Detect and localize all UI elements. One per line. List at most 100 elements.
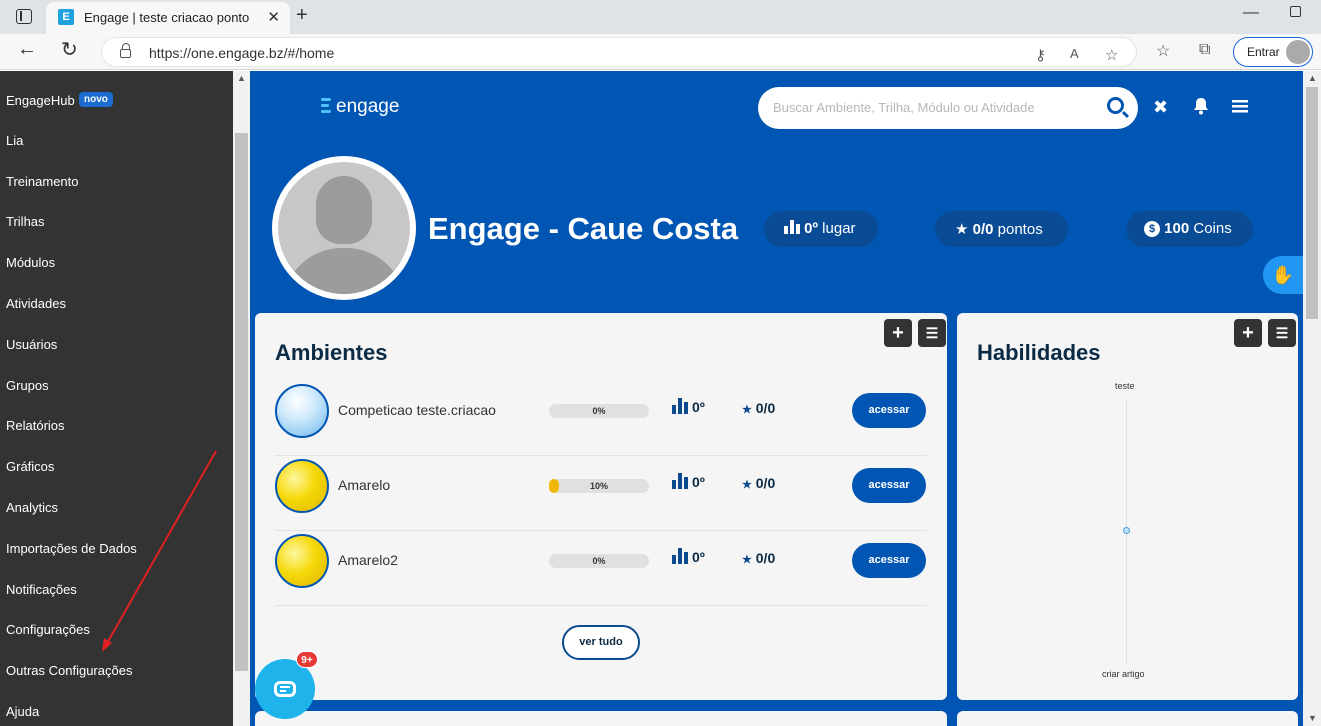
acessar-button[interactable]: acessar — [852, 543, 926, 578]
sidebar-scrollbar[interactable]: ▲ — [233, 71, 250, 726]
rank-value: 0º — [692, 474, 705, 490]
sidebar-item-graficos[interactable]: Gráficos — [6, 459, 54, 474]
address-bar[interactable]: https://one.engage.bz/#/home ⚷ A ☆ — [101, 37, 1137, 67]
sidebar-item-ajuda[interactable]: Ajuda — [6, 704, 39, 719]
sidebar-item-importacoes[interactable]: Importações de Dados — [6, 541, 137, 556]
add-favorite-icon[interactable]: ☆ — [1105, 46, 1118, 64]
search-input[interactable]: Buscar Ambiente, Trilha, Módulo ou Ativi… — [758, 87, 1138, 129]
ranking-badge[interactable]: 0º lugar — [764, 211, 878, 247]
favorites-icon[interactable]: ☆ — [1156, 41, 1170, 61]
sidebar-item-analytics[interactable]: Analytics — [6, 500, 58, 515]
reload-icon[interactable]: ↻ — [61, 37, 78, 62]
habilidades-card: + ☰ Habilidades teste criar artigo — [957, 313, 1298, 700]
bell-icon[interactable] — [1193, 97, 1209, 120]
browser-tab[interactable]: E Engage | teste criacao ponto ✕ — [46, 2, 290, 34]
points-badge[interactable]: ★ 0/0 pontos — [935, 211, 1068, 247]
new-tab-icon[interactable]: + — [296, 4, 308, 27]
search-placeholder: Buscar Ambiente, Trilha, Módulo ou Ativi… — [773, 100, 1035, 115]
sidebar: EngageHub novo Lia Treinamento Trilhas M… — [0, 71, 233, 726]
list-habilidades-button[interactable]: ☰ — [1268, 319, 1296, 347]
see-all-button[interactable]: ver tudo — [562, 625, 640, 660]
read-aloud-icon[interactable]: A — [1070, 46, 1079, 61]
rank-value: 0º — [692, 399, 705, 415]
tools-icon[interactable]: ✖ — [1153, 97, 1168, 118]
main-content: engage Buscar Ambiente, Trilha, Módulo o… — [250, 71, 1303, 726]
skill-label: teste — [1115, 381, 1135, 391]
profile-avatar-icon — [1286, 40, 1310, 64]
coins-badge[interactable]: $ 100 Coins — [1126, 211, 1253, 247]
ambiente-rank: 0º — [672, 473, 705, 490]
accessibility-hand-icon[interactable]: ✋ — [1263, 256, 1303, 294]
ranking-bars-icon — [784, 220, 800, 234]
ambiente-thumbnail[interactable] — [275, 384, 329, 438]
ambiente-rank: 0º — [672, 398, 705, 415]
score-value: 0/0 — [755, 400, 776, 416]
ambiente-thumbnail[interactable] — [275, 534, 329, 588]
engage-logo[interactable]: engage — [321, 96, 399, 118]
sidebar-toggle-icon[interactable] — [16, 9, 32, 24]
tab-title: Engage | teste criacao ponto — [84, 10, 250, 25]
ambientes-title: Ambientes — [275, 340, 388, 365]
profile-avatar[interactable] — [272, 156, 416, 300]
progress-bar: 0% — [549, 404, 649, 418]
sidebar-item-modulos[interactable]: Módulos — [6, 255, 55, 270]
sidebar-item-usuarios[interactable]: Usuários — [6, 337, 57, 352]
ranking-label: lugar — [822, 220, 856, 237]
key-icon[interactable]: ⚷ — [1035, 46, 1046, 64]
ambiente-score: ★ 0/0 — [742, 400, 775, 416]
next-card — [255, 711, 947, 726]
chat-badge: 9+ — [296, 651, 318, 668]
back-icon[interactable]: ← — [17, 38, 37, 61]
progress-label: 0% — [592, 556, 606, 566]
star-icon: ★ — [742, 479, 752, 491]
sidebar-item-engagehub[interactable]: EngageHub — [6, 93, 75, 108]
scroll-up-icon[interactable]: ▲ — [237, 73, 246, 83]
signin-button[interactable]: Entrar — [1233, 37, 1313, 67]
sidebar-scroll-thumb[interactable] — [235, 133, 248, 671]
search-icon[interactable] — [1107, 97, 1124, 114]
scroll-up-icon[interactable]: ▲ — [1308, 73, 1317, 83]
sidebar-item-relatorios[interactable]: Relatórios — [6, 418, 65, 433]
sidebar-item-lia[interactable]: Lia — [6, 133, 23, 148]
points-label: pontos — [997, 221, 1043, 238]
ranking-bars-icon — [672, 473, 688, 489]
minimize-icon[interactable]: — — [1243, 4, 1259, 22]
ambiente-name[interactable]: Amarelo — [338, 477, 390, 493]
add-ambiente-button[interactable]: + — [884, 319, 912, 347]
acessar-button[interactable]: acessar — [852, 393, 926, 428]
ambiente-row: Amarelo2 0% 0º ★ 0/0 acessar — [275, 531, 927, 606]
ambiente-row: Competicao teste.criacao 0% 0º ★ 0/0 ace… — [275, 381, 927, 456]
ambiente-rank: 0º — [672, 548, 705, 565]
coins-label: Coins — [1193, 220, 1232, 237]
ambiente-name[interactable]: Amarelo2 — [338, 552, 398, 568]
tab-close-icon[interactable]: ✕ — [267, 8, 280, 26]
scroll-down-icon[interactable]: ▼ — [1308, 713, 1317, 723]
menu-icon[interactable] — [1232, 97, 1248, 118]
add-habilidade-button[interactable]: + — [1234, 319, 1262, 347]
progress-label: 0% — [592, 406, 606, 416]
sidebar-item-notificacoes[interactable]: Notificações — [6, 582, 77, 597]
url-text[interactable]: https://one.engage.bz/#/home — [149, 45, 334, 61]
progress-bar: 10% — [549, 479, 649, 493]
lock-icon[interactable] — [120, 43, 131, 58]
ranking-bars-icon — [672, 398, 688, 414]
sidebar-item-outras-configuracoes[interactable]: Outras Configurações — [6, 663, 132, 678]
acessar-button[interactable]: acessar — [852, 468, 926, 503]
restore-icon[interactable] — [1290, 6, 1301, 17]
ambiente-score: ★ 0/0 — [742, 550, 775, 566]
skill-data-point[interactable] — [1123, 527, 1130, 534]
browser-tab-bar: E Engage | teste criacao ponto ✕ + — — [0, 0, 1321, 34]
sidebar-item-treinamento[interactable]: Treinamento — [6, 174, 79, 189]
ambiente-thumbnail[interactable] — [275, 459, 329, 513]
ambiente-name[interactable]: Competicao teste.criacao — [338, 402, 496, 418]
progress-label: 10% — [589, 481, 608, 491]
sidebar-item-trilhas[interactable]: Trilhas — [6, 214, 45, 229]
sidebar-item-grupos[interactable]: Grupos — [6, 378, 49, 393]
list-ambientes-button[interactable]: ☰ — [918, 319, 946, 347]
sidebar-item-configuracoes[interactable]: Configurações — [6, 622, 90, 637]
main-scrollbar[interactable]: ▲ ▼ — [1303, 71, 1321, 726]
points-value: 0/0 — [972, 221, 994, 238]
collections-icon[interactable]: ⧉ — [1199, 41, 1210, 59]
main-scroll-thumb[interactable] — [1306, 87, 1318, 319]
sidebar-item-atividades[interactable]: Atividades — [6, 296, 66, 311]
